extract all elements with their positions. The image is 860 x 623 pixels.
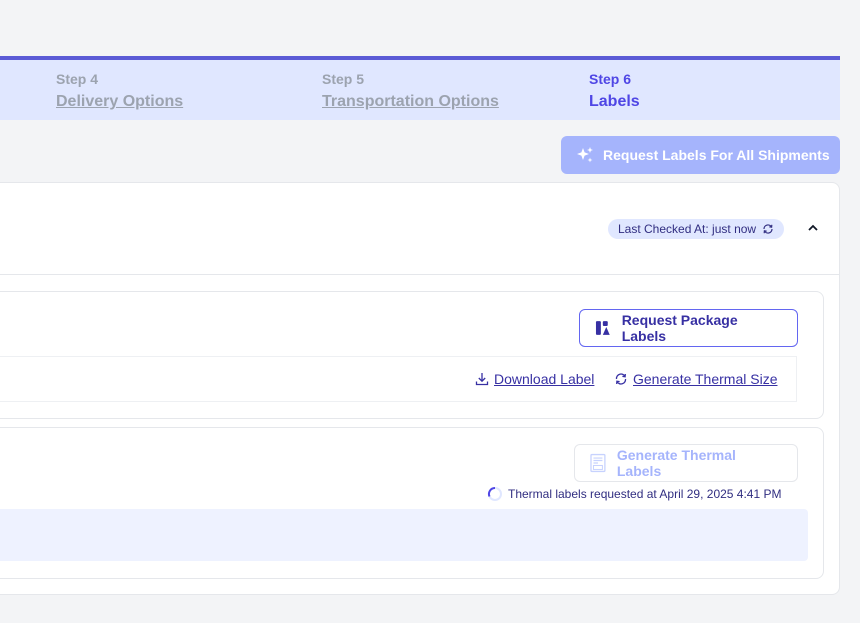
- step-number: Step 6: [589, 71, 632, 87]
- request-labels-all-button[interactable]: Request Labels For All Shipments: [561, 136, 840, 174]
- label-row: Download Label Generate Thermal Size: [0, 356, 797, 402]
- stepper: Step 4 Delivery Options Step 5 Transport…: [0, 56, 840, 120]
- chevron-up-icon[interactable]: [806, 221, 820, 235]
- generate-thermal-labels-button[interactable]: Generate Thermal Labels: [574, 444, 798, 482]
- step-number: Step 4: [56, 71, 99, 87]
- request-package-labels-button[interactable]: Request Package Labels: [579, 309, 798, 347]
- step-link-delivery-options[interactable]: Delivery Options: [56, 90, 183, 114]
- step-number: Step 5: [322, 71, 365, 87]
- refresh-icon[interactable]: [762, 223, 774, 235]
- thermal-status-text: Thermal labels requested at April 29, 20…: [508, 487, 782, 501]
- thermal-status: Thermal labels requested at April 29, 20…: [487, 486, 782, 502]
- generate-thermal-size-link[interactable]: Generate Thermal Size: [614, 371, 777, 387]
- spinner-icon: [487, 486, 502, 501]
- step-6: Step 6 Labels: [589, 70, 640, 114]
- thermal-printer-icon: [590, 453, 606, 473]
- generate-thermal-labels-label: Generate Thermal Labels: [616, 447, 736, 479]
- generate-thermal-size-text: Generate Thermal Size: [633, 371, 778, 387]
- request-package-labels-label: Request Package Labels: [621, 312, 738, 344]
- refresh-icon: [615, 373, 627, 385]
- download-label-text: Download Label: [494, 371, 595, 387]
- shipment-card: Last Checked At: just now Request Packag…: [0, 182, 840, 595]
- step-4[interactable]: Step 4 Delivery Options: [56, 70, 183, 114]
- sparkles-icon: [577, 147, 593, 163]
- step-link-transportation-options[interactable]: Transportation Options: [322, 90, 499, 114]
- thermal-labels-section: Generate Thermal Labels Thermal labels r…: [0, 427, 824, 579]
- request-labels-all-label: Request Labels For All Shipments: [603, 147, 830, 163]
- last-checked-text: Last Checked At: just now: [618, 222, 757, 236]
- thermal-labels-panel: [0, 509, 808, 561]
- step-current-labels: Labels: [589, 93, 640, 110]
- step-5[interactable]: Step 5 Transportation Options: [322, 70, 499, 114]
- download-label-link[interactable]: Download Label: [475, 371, 594, 387]
- download-icon: [475, 373, 489, 386]
- last-checked-badge: Last Checked At: just now: [608, 219, 785, 239]
- card-divider: [0, 274, 839, 275]
- label-icon: [595, 321, 610, 335]
- package-labels-section: Request Package Labels Download Label Ge: [0, 291, 824, 419]
